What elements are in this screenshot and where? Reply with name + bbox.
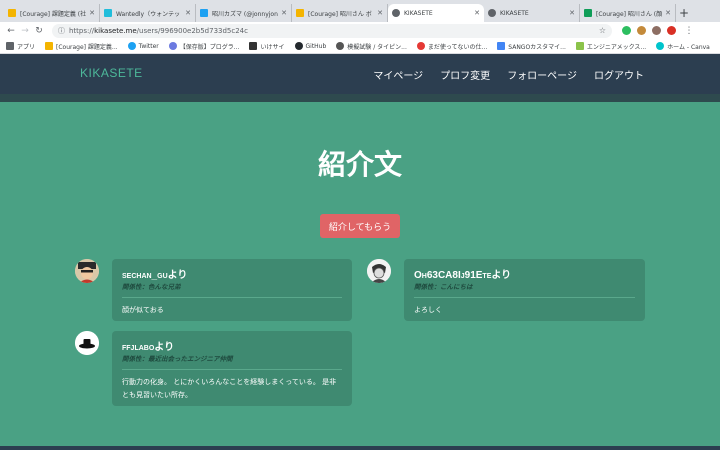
site-navbar: KIKASETE マイページ プロフ変更 フォローページ ログアウト bbox=[0, 54, 720, 94]
bookmark-canva[interactable]: ホーム - Canva bbox=[656, 42, 710, 51]
site-brand-logo[interactable]: KIKASETE bbox=[80, 66, 143, 80]
request-introduction-button[interactable]: 紹介してもらう bbox=[320, 214, 400, 238]
bookmark-sango[interactable]: SANGOカスタマイ... bbox=[497, 42, 566, 51]
apps-grid-icon bbox=[6, 42, 14, 50]
site-nav-links: マイページ プロフ変更 フォローページ ログアウト bbox=[373, 67, 644, 82]
nav-follow-page-link[interactable]: フォローページ bbox=[507, 67, 577, 82]
reload-icon[interactable]: ↻ bbox=[32, 26, 46, 36]
bookmark-favicon-icon bbox=[249, 42, 258, 50]
page-title: 紹介文 bbox=[317, 148, 402, 181]
twitter-icon bbox=[127, 42, 136, 50]
tab-favicon-icon bbox=[584, 9, 592, 17]
bookmark-engineer[interactable]: エンジニアメックス... bbox=[575, 42, 646, 51]
extension-icons: ⋮ bbox=[622, 26, 696, 36]
browser-tab-7[interactable]: [Courage] 昭川さん (顔 ✕ bbox=[580, 4, 676, 22]
bookmark-favicon-icon bbox=[336, 42, 345, 50]
bookmark-typing[interactable]: 模擬試験 / タイピン... bbox=[336, 42, 407, 51]
browser-toolbar: ← → ↻ ⓘ https://kikasete.me/users/996900… bbox=[0, 22, 720, 39]
bookmark-twitter[interactable]: Twitter bbox=[127, 42, 159, 50]
introduction-card: Oh63CA8Ij91Eteより 関係性：こんにちは よろしく bbox=[404, 259, 645, 321]
bookmark-favicon-icon bbox=[416, 42, 425, 50]
slides-icon bbox=[45, 42, 54, 50]
browser-tab-1[interactable]: [Courage] 課題定義 (社 ✕ bbox=[4, 4, 100, 22]
browser-tab-2[interactable]: Wantedly（ウォンテッ ✕ bbox=[100, 4, 196, 22]
user-avatar-icon bbox=[75, 331, 99, 355]
nav-logout-link[interactable]: ログアウト bbox=[594, 67, 644, 82]
star-icon[interactable]: ☆ bbox=[599, 26, 606, 35]
bookmark-favicon-icon bbox=[168, 42, 177, 50]
tab-favicon-icon bbox=[8, 9, 16, 17]
user-avatar-icon bbox=[75, 259, 99, 283]
introduction-card: ffjlaboより 関係性：最近出会ったエンジニア仲間 行動力の化身。 とにかく… bbox=[112, 331, 352, 406]
canva-icon bbox=[656, 42, 665, 50]
github-icon bbox=[294, 42, 303, 50]
card-divider bbox=[122, 297, 342, 298]
bookmark-programming[interactable]: 【保存版】プログラ... bbox=[168, 42, 239, 51]
close-icon[interactable]: ✕ bbox=[89, 9, 95, 17]
browser-tab-3[interactable]: 昭川カズマ (@jonnyjon ✕ bbox=[196, 4, 292, 22]
address-bar[interactable]: ⓘ https://kikasete.me/users/996900e2b5d7… bbox=[52, 23, 612, 38]
close-icon[interactable]: ✕ bbox=[377, 9, 383, 17]
nav-mypage-link[interactable]: マイページ bbox=[373, 67, 423, 82]
bookmark-unused[interactable]: まだ使ってないの仕... bbox=[416, 42, 487, 51]
url-prefix: https:// bbox=[69, 26, 95, 35]
browser-tab-4[interactable]: [Courage] 昭川さん ボ ✕ bbox=[292, 4, 388, 22]
footer-bar bbox=[0, 446, 720, 450]
avatar[interactable] bbox=[75, 331, 99, 355]
bookmark-favicon-icon bbox=[497, 42, 506, 50]
globe-icon bbox=[392, 9, 400, 17]
navbar-divider bbox=[0, 94, 720, 102]
card-relation: 関係性：最近出会ったエンジニア仲間 bbox=[122, 355, 233, 363]
bookmark-favicon-icon bbox=[575, 42, 584, 50]
tab-favicon-icon bbox=[296, 9, 304, 17]
close-icon[interactable]: ✕ bbox=[474, 9, 480, 17]
close-icon[interactable]: ✕ bbox=[185, 9, 191, 17]
card-author: Oh63CA8Ij91Eteより bbox=[414, 270, 512, 281]
card-author: sechan_guより bbox=[122, 270, 188, 281]
close-icon[interactable]: ✕ bbox=[569, 9, 575, 17]
browser-tab-strip: [Courage] 課題定義 (社 ✕ Wantedly（ウォンテッ ✕ 昭川カ… bbox=[0, 0, 720, 22]
close-icon[interactable]: ✕ bbox=[281, 9, 287, 17]
browser-tab-active[interactable]: KIKASETE ✕ bbox=[388, 4, 484, 22]
card-author: ffjlaboより bbox=[122, 342, 175, 353]
menu-kebab-icon[interactable]: ⋮ bbox=[682, 26, 696, 36]
account-icon[interactable] bbox=[667, 26, 676, 35]
tab-favicon-icon bbox=[104, 9, 112, 17]
new-tab-button[interactable]: + bbox=[676, 4, 692, 22]
url-host: kikasete.me bbox=[94, 26, 137, 35]
bookmarks-bar: アプリ [Courage] 課題定義... Twitter 【保存版】プログラ.… bbox=[0, 39, 720, 54]
bookmark-github[interactable]: GitHub bbox=[294, 42, 326, 50]
forward-icon[interactable]: → bbox=[18, 26, 32, 36]
cookie-icon[interactable] bbox=[637, 26, 646, 35]
avatar[interactable] bbox=[75, 259, 99, 283]
introduction-card: sechan_guより 関係性：色んな兄弟 顔が似ておる bbox=[112, 259, 352, 321]
card-message: よろしく bbox=[414, 306, 442, 314]
avatar[interactable] bbox=[367, 259, 391, 283]
profile-avatar-icon[interactable] bbox=[652, 26, 661, 35]
nav-profile-edit-link[interactable]: プロフ変更 bbox=[440, 67, 490, 82]
lock-icon: ⓘ bbox=[58, 26, 65, 35]
card-message: 顔が似ておる bbox=[122, 306, 164, 314]
globe-icon bbox=[488, 9, 496, 17]
close-icon[interactable]: ✕ bbox=[665, 9, 671, 17]
bookmark-apps[interactable]: アプリ bbox=[6, 42, 35, 51]
card-relation: 関係性：こんにちは bbox=[414, 283, 473, 291]
back-icon[interactable]: ← bbox=[4, 26, 18, 36]
url-path: /users/996900e2b5d733d5c24c bbox=[136, 26, 248, 35]
tab-favicon-icon bbox=[200, 9, 208, 17]
evernote-icon[interactable] bbox=[622, 26, 631, 35]
card-relation: 関係性：色んな兄弟 bbox=[122, 283, 181, 291]
bookmark-ikesai[interactable]: いけサイ bbox=[249, 42, 285, 51]
bookmark-courage[interactable]: [Courage] 課題定義... bbox=[45, 42, 118, 51]
card-message: 行動力の化身。 とにかくいろんなことを経験しまくっている。 是非とも見習いたい所… bbox=[122, 378, 337, 399]
card-divider bbox=[414, 297, 635, 298]
user-avatar-icon bbox=[367, 259, 391, 283]
card-divider bbox=[122, 369, 342, 370]
browser-tab-6[interactable]: KIKASETE ✕ bbox=[484, 4, 580, 22]
